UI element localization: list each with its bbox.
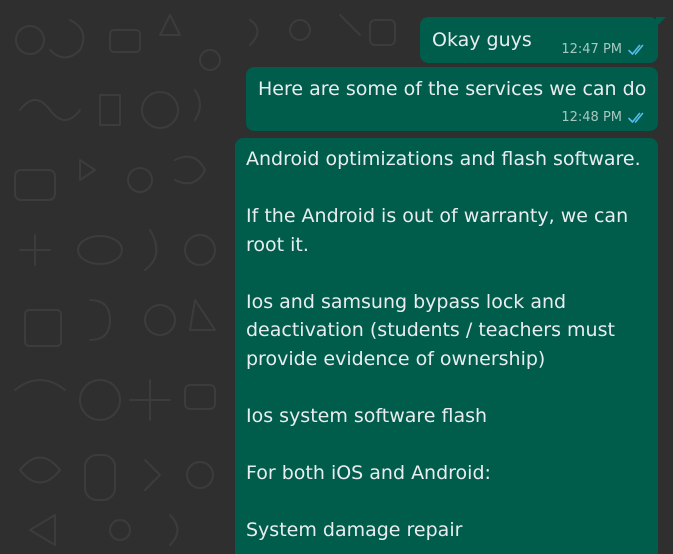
- message-text: Android optimizations and flash software…: [246, 148, 641, 541]
- message-time: 12:47 PM: [561, 42, 622, 57]
- message-bubble[interactable]: Okay guys 12:47 PM: [420, 17, 666, 63]
- message-bubble[interactable]: Here are some of the services we can do …: [246, 67, 658, 131]
- message-text: Here are some of the services we can do: [258, 78, 647, 100]
- message-meta: 12:48 PM: [561, 110, 648, 125]
- message-bubble[interactable]: Android optimizations and flash software…: [235, 138, 658, 554]
- double-check-icon: [628, 112, 644, 123]
- message-meta: 12:47 PM: [561, 42, 648, 57]
- bubble-tail: [656, 17, 666, 27]
- message-time: 12:48 PM: [561, 110, 622, 125]
- message-text: Okay guys: [432, 29, 532, 51]
- double-check-icon: [628, 44, 644, 55]
